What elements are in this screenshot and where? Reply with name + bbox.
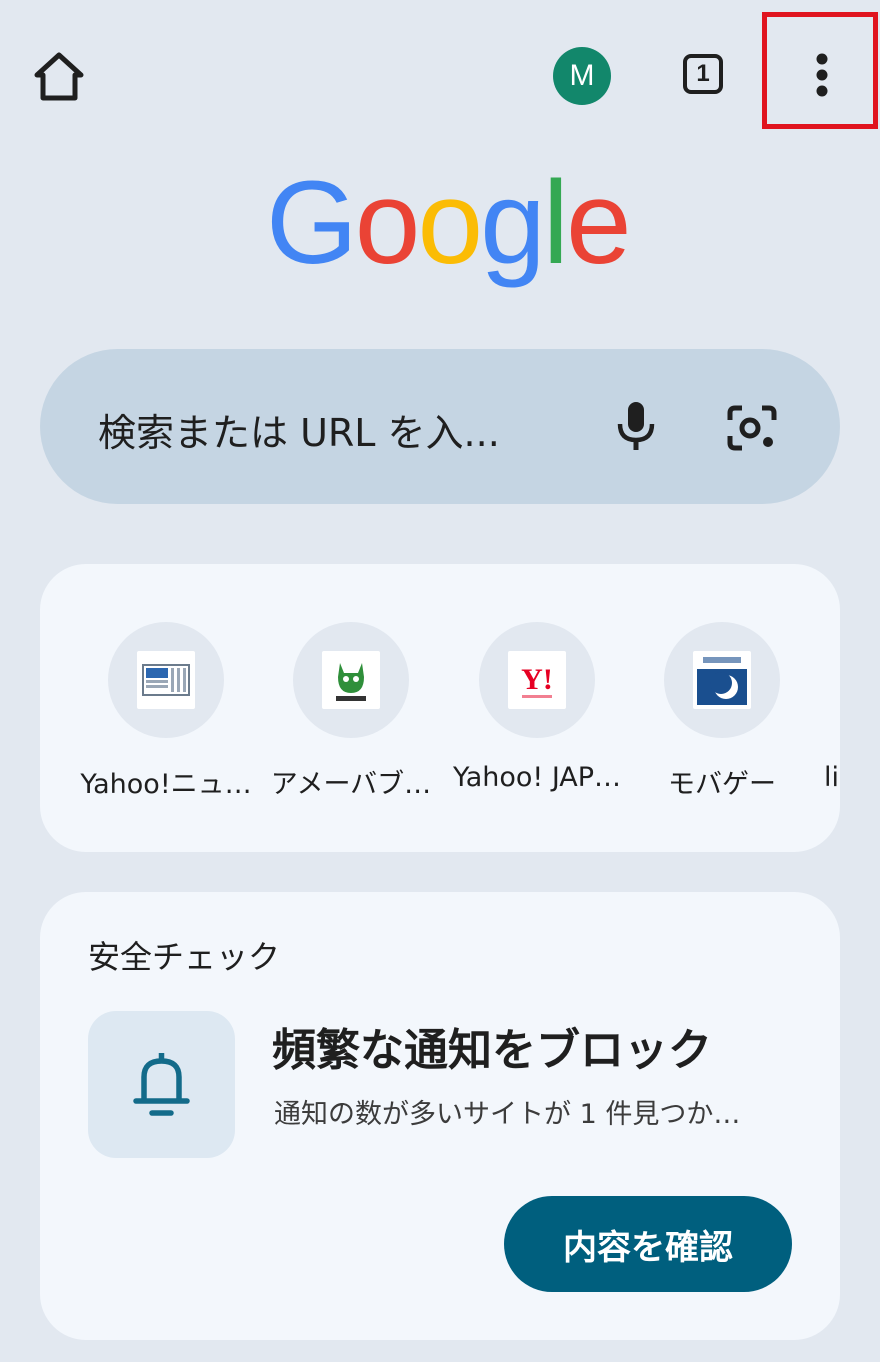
yahoo-news-icon (137, 651, 195, 709)
mic-icon (617, 402, 655, 450)
shortcut-label[interactable]: li (824, 762, 840, 793)
shortcut-label: モバゲー (668, 769, 776, 800)
annotation-highlight-box (762, 12, 878, 129)
shortcut-icon-circle (108, 622, 224, 738)
account-avatar[interactable]: M (553, 47, 611, 105)
google-logo: Google (266, 157, 632, 289)
tab-switcher-button[interactable]: 1 (683, 54, 723, 94)
shortcuts-card: Yahoo!ニュ… アメーバブ… Y! Yahoo! JAP… モバゲー li (40, 564, 840, 852)
lens-camera-icon (727, 405, 777, 451)
shortcut-icon-circle (664, 622, 780, 738)
ameba-icon (322, 651, 380, 709)
shortcut-label: アメーバブ… (270, 769, 432, 800)
safety-check-title: 安全チェック (88, 938, 281, 976)
yahoo-japan-icon: Y! (508, 651, 566, 709)
logo-letter: G (266, 157, 358, 289)
lens-search-button[interactable] (726, 402, 778, 454)
home-button[interactable] (30, 48, 88, 106)
bell-icon (133, 1053, 190, 1116)
shortcut-label: Yahoo!ニュ… (80, 769, 252, 800)
logo-letter: e (565, 157, 632, 289)
notification-heading: 頻繁な通知をブロック (272, 1025, 712, 1076)
mobage-icon (693, 651, 751, 709)
home-icon (34, 52, 84, 101)
logo-letter: l (542, 157, 569, 289)
shortcut-icon-circle (293, 622, 409, 738)
logo-letter: o (417, 157, 483, 289)
search-input[interactable]: 検索または URL を入... (98, 402, 500, 457)
notification-description: 通知の数が多いサイトが 1 件見つか… (274, 1099, 741, 1130)
logo-letter: o (354, 157, 421, 289)
voice-search-button[interactable] (612, 400, 660, 452)
logo-letter: g (480, 157, 546, 289)
svg-text:Y!: Y! (521, 663, 553, 696)
shortcut-icon-circle: Y! (479, 622, 595, 738)
review-button[interactable]: 内容を確認 (504, 1196, 792, 1292)
shortcut-label: Yahoo! JAP… (452, 762, 622, 793)
notification-icon-box (88, 1011, 235, 1158)
